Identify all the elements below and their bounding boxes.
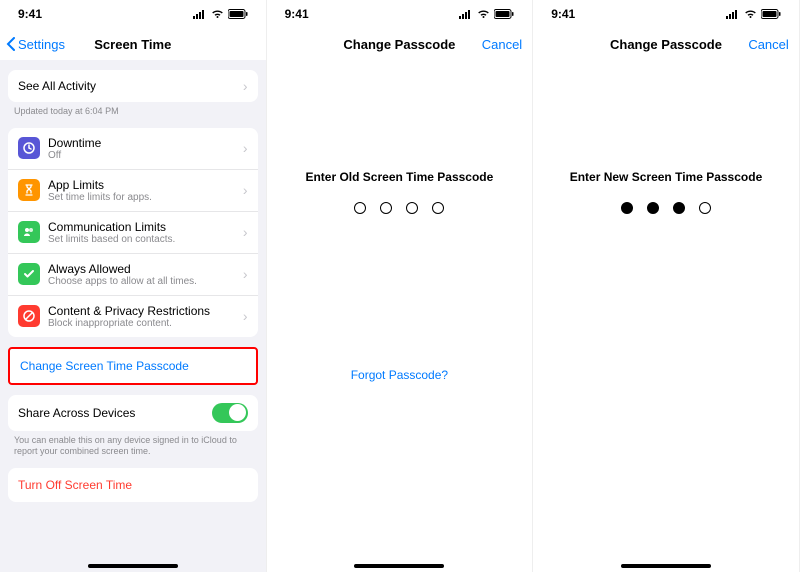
passcode-dot xyxy=(673,202,685,214)
nav-bar: Change Passcode Cancel xyxy=(533,28,799,60)
passcode-dots[interactable] xyxy=(621,202,711,214)
cancel-button[interactable]: Cancel xyxy=(482,37,522,52)
home-indicator[interactable] xyxy=(621,564,711,568)
phone-enter-old-passcode: 9:41 Change Passcode Cancel Enter Old Sc… xyxy=(267,0,534,572)
cancel-button[interactable]: Cancel xyxy=(748,37,788,52)
settings-body: See All Activity › Updated today at 6:04… xyxy=(0,60,266,572)
turn-off-button[interactable]: Turn Off Screen Time xyxy=(8,468,258,502)
status-bar: 9:41 xyxy=(0,0,266,28)
check-icon xyxy=(18,263,40,285)
row-sub: Block inappropriate content. xyxy=(48,318,243,329)
status-time: 9:41 xyxy=(18,7,42,21)
activity-group: See All Activity › xyxy=(8,70,258,102)
chevron-right-icon: › xyxy=(243,224,248,240)
always-allowed-row[interactable]: Always Allowed Choose apps to allow at a… xyxy=(8,254,258,296)
change-passcode-group: Change Screen Time Passcode xyxy=(8,347,258,385)
chevron-right-icon: › xyxy=(243,308,248,324)
change-passcode-button[interactable]: Change Screen Time Passcode xyxy=(10,349,256,383)
status-time: 9:41 xyxy=(551,7,575,21)
passcode-dot xyxy=(647,202,659,214)
passcode-dot xyxy=(406,202,418,214)
passcode-body: Enter New Screen Time Passcode xyxy=(533,60,799,572)
nav-bar: Settings Screen Time xyxy=(0,28,266,60)
passcode-dots[interactable] xyxy=(354,202,444,214)
share-toggle[interactable] xyxy=(212,403,248,423)
phone-screentime-settings: 9:41 Settings Screen Time See All Activi… xyxy=(0,0,267,572)
turnoff-group: Turn Off Screen Time xyxy=(8,468,258,502)
status-icons xyxy=(726,9,781,19)
passcode-prompt: Enter New Screen Time Passcode xyxy=(570,170,763,184)
share-label: Share Across Devices xyxy=(18,406,212,420)
row-title: Downtime xyxy=(48,136,243,150)
row-sub: Set limits based on contacts. xyxy=(48,234,243,245)
battery-icon xyxy=(494,9,514,19)
communication-icon xyxy=(18,221,40,243)
see-all-activity-row[interactable]: See All Activity › xyxy=(8,70,258,102)
status-bar: 9:41 xyxy=(267,0,533,28)
back-button[interactable]: Settings xyxy=(6,37,65,52)
signal-icon xyxy=(459,9,473,19)
nav-bar: Change Passcode Cancel xyxy=(267,28,533,60)
phone-enter-new-passcode: 9:41 Change Passcode Cancel Enter New Sc… xyxy=(533,0,800,572)
row-title: Always Allowed xyxy=(48,262,243,276)
back-label: Settings xyxy=(18,37,65,52)
chevron-right-icon: › xyxy=(243,140,248,156)
hourglass-icon xyxy=(18,179,40,201)
row-title: Content & Privacy Restrictions xyxy=(48,304,243,318)
app-limits-row[interactable]: App Limits Set time limits for apps. › xyxy=(8,170,258,212)
chevron-left-icon xyxy=(6,37,16,51)
wifi-icon xyxy=(744,9,757,19)
passcode-dot xyxy=(354,202,366,214)
passcode-dot xyxy=(432,202,444,214)
row-title: App Limits xyxy=(48,178,243,192)
share-note: You can enable this on any device signed… xyxy=(0,431,266,458)
passcode-dot xyxy=(699,202,711,214)
limits-group: Downtime Off › App Limits Set time limit… xyxy=(8,128,258,337)
see-all-label: See All Activity xyxy=(18,79,243,93)
status-time: 9:41 xyxy=(285,7,309,21)
share-group: Share Across Devices xyxy=(8,395,258,431)
signal-icon xyxy=(726,9,740,19)
row-sub: Off xyxy=(48,150,243,161)
block-icon xyxy=(18,305,40,327)
status-icons xyxy=(193,9,248,19)
passcode-prompt: Enter Old Screen Time Passcode xyxy=(305,170,493,184)
battery-icon xyxy=(228,9,248,19)
passcode-body: Enter Old Screen Time Passcode Forgot Pa… xyxy=(267,60,533,572)
home-indicator[interactable] xyxy=(88,564,178,568)
signal-icon xyxy=(193,9,207,19)
passcode-dot xyxy=(621,202,633,214)
row-title: Communication Limits xyxy=(48,220,243,234)
battery-icon xyxy=(761,9,781,19)
status-bar: 9:41 xyxy=(533,0,799,28)
chevron-right-icon: › xyxy=(243,266,248,282)
passcode-dot xyxy=(380,202,392,214)
updated-note: Updated today at 6:04 PM xyxy=(0,102,266,118)
chevron-right-icon: › xyxy=(243,182,248,198)
communication-limits-row[interactable]: Communication Limits Set limits based on… xyxy=(8,212,258,254)
forgot-passcode-link[interactable]: Forgot Passcode? xyxy=(267,368,533,382)
status-icons xyxy=(459,9,514,19)
home-indicator[interactable] xyxy=(354,564,444,568)
wifi-icon xyxy=(211,9,224,19)
content-privacy-row[interactable]: Content & Privacy Restrictions Block ina… xyxy=(8,296,258,337)
share-devices-row[interactable]: Share Across Devices xyxy=(8,395,258,431)
downtime-row[interactable]: Downtime Off › xyxy=(8,128,258,170)
downtime-icon xyxy=(18,137,40,159)
row-sub: Set time limits for apps. xyxy=(48,192,243,203)
chevron-right-icon: › xyxy=(243,78,248,94)
row-sub: Choose apps to allow at all times. xyxy=(48,276,243,287)
wifi-icon xyxy=(477,9,490,19)
